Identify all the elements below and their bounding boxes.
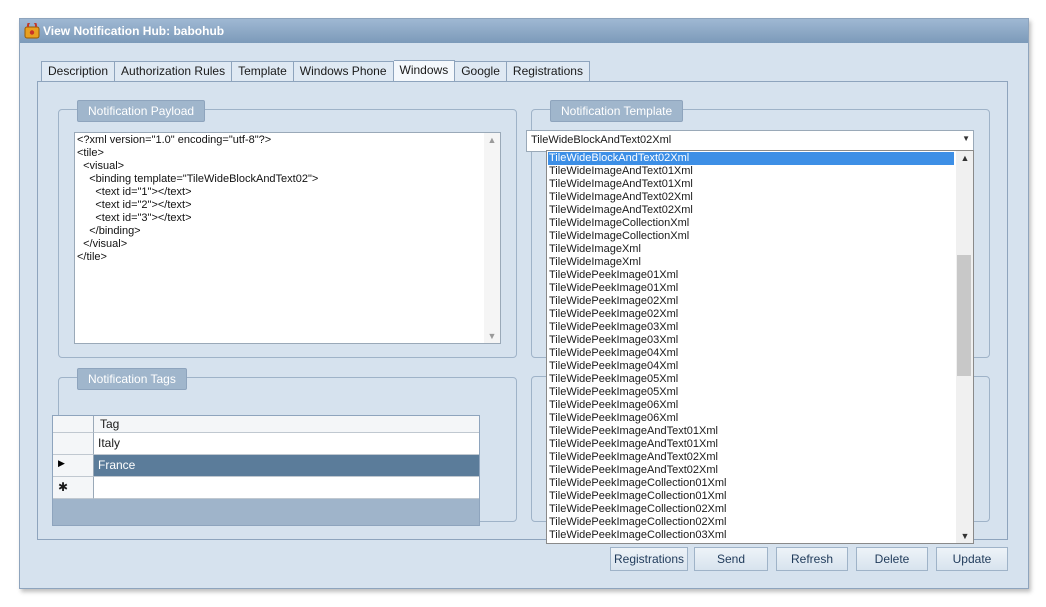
tab-registrations[interactable]: Registrations [506,61,590,81]
template-option[interactable]: TileWidePeekImageAndText01Xml [549,438,718,451]
template-option[interactable]: TileWidePeekImage02Xml [549,295,678,308]
scroll-up-icon[interactable]: ▲ [957,153,973,163]
row-header-corner [53,416,94,433]
current-row-icon: ▶ [58,458,65,468]
template-option[interactable]: TileWidePeekImage04Xml [549,347,678,360]
template-option[interactable]: TileWidePeekImage03Xml [549,334,678,347]
payload-text: <?xml version="1.0" encoding="utf-8"?> <… [77,134,319,263]
notification-tags-title: Notification Tags [77,368,187,390]
tag-cell[interactable]: Italy [94,433,479,455]
scroll-down-icon[interactable]: ▼ [957,531,973,541]
chevron-down-icon[interactable]: ▼ [962,134,970,143]
tab-bar: Description Authorization Rules Template… [41,60,590,82]
scroll-up-icon[interactable]: ▲ [484,135,500,145]
template-dropdown-list[interactable]: TileWideBlockAndText02Xml TileWideImageAn… [546,150,974,544]
send-button[interactable]: Send [694,547,768,571]
update-button[interactable]: Update [936,547,1008,571]
template-option[interactable]: TileWidePeekImage02Xml [549,308,678,321]
template-option[interactable]: TileWideImageAndText02Xml [549,204,693,217]
template-option[interactable]: TileWideImageCollectionXml [549,230,689,243]
template-option[interactable]: TileWideImageXml [549,243,641,256]
template-option[interactable]: TileWidePeekImage06Xml [549,412,678,425]
template-option[interactable]: TileWidePeekImageCollection02Xml [549,516,727,529]
table-row[interactable]: Italy [53,433,479,455]
scrollbar-thumb[interactable] [957,255,971,376]
template-option[interactable]: TileWidePeekImage05Xml [549,373,678,386]
tags-header-row: Tag [53,416,479,433]
template-option[interactable]: TileWideImageAndText01Xml [549,178,693,191]
tab-windows[interactable]: Windows [393,60,456,82]
template-option[interactable]: TileWidePeekImage03Xml [549,321,678,334]
template-option[interactable]: TileWidePeekImageAndText02Xml [549,464,718,477]
tags-grid[interactable]: Tag Italy ▶ France ✱ [52,415,480,526]
tag-column-header[interactable]: Tag [94,416,479,433]
template-option[interactable]: TileWideImageCollectionXml [549,217,689,230]
notification-template-title: Notification Template [550,100,684,122]
refresh-button[interactable]: Refresh [776,547,848,571]
template-select-value: TileWideBlockAndText02Xml [531,134,672,146]
template-list-scrollbar[interactable]: ▲ ▼ [956,151,973,543]
template-option[interactable]: TileWidePeekImageCollection01Xml [549,477,727,490]
row-header[interactable]: ▶ [53,455,94,477]
new-row-icon: ✱ [58,480,69,494]
hub-icon [24,23,40,39]
table-row[interactable]: ▶ France [53,455,479,477]
template-option[interactable]: TileWidePeekImage04Xml [549,360,678,373]
tag-cell[interactable]: France [94,455,479,477]
row-header[interactable] [53,433,94,455]
tab-windows-phone[interactable]: Windows Phone [293,61,394,81]
template-option[interactable]: TileWidePeekImageAndText02Xml [549,451,718,464]
template-option[interactable]: TileWidePeekImageCollection02Xml [549,503,727,516]
template-option[interactable]: TileWideImageAndText01Xml [549,165,693,178]
tab-authorization-rules[interactable]: Authorization Rules [115,61,233,81]
registrations-button[interactable]: Registrations [610,547,688,571]
template-option[interactable]: TileWideImageXml [549,256,641,269]
template-select[interactable]: TileWideBlockAndText02Xml ▼ [526,130,974,152]
payload-textarea[interactable]: <?xml version="1.0" encoding="utf-8"?> <… [74,132,501,344]
row-header[interactable]: ✱ [53,477,94,499]
table-row-new[interactable]: ✱ [53,477,479,499]
scroll-down-icon[interactable]: ▼ [484,331,500,341]
template-option[interactable]: TileWidePeekImage05Xml [549,386,678,399]
template-option[interactable]: TileWidePeekImageCollection01Xml [549,490,727,503]
tab-google[interactable]: Google [455,61,507,81]
template-option[interactable]: TileWideBlockAndText02Xml [548,152,954,165]
delete-button[interactable]: Delete [856,547,928,571]
template-option[interactable]: TileWideImageAndText02Xml [549,191,693,204]
tab-template[interactable]: Template [232,61,294,81]
template-option[interactable]: TileWidePeekImage06Xml [549,399,678,412]
template-option[interactable]: TileWidePeekImageAndText01Xml [549,425,718,438]
window-title: View Notification Hub: babohub [43,24,225,38]
payload-scrollbar[interactable]: ▲ ▼ [484,133,500,343]
title-bar: View Notification Hub: babohub [20,19,1028,43]
tag-cell-new[interactable] [94,477,479,499]
template-option[interactable]: TileWidePeekImageCollection03Xml [549,529,727,542]
notification-payload-group: Notification Payload <?xml version="1.0"… [58,100,517,358]
template-option[interactable]: TileWidePeekImage01Xml [549,282,678,295]
notification-payload-title: Notification Payload [77,100,206,122]
tab-description[interactable]: Description [41,61,116,81]
template-option[interactable]: TileWidePeekImage01Xml [549,269,678,282]
